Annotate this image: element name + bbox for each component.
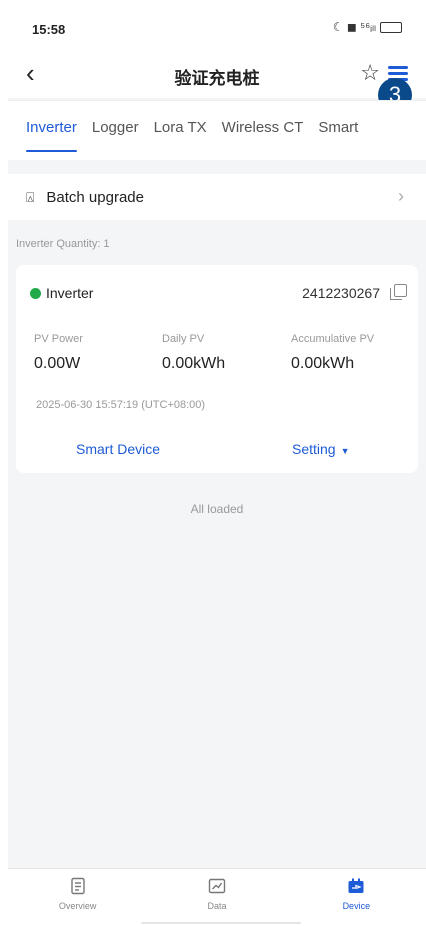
- nav-data[interactable]: Data: [147, 869, 286, 926]
- online-status-icon: [30, 287, 41, 299]
- copy-icon[interactable]: [390, 284, 407, 300]
- overview-icon: [70, 877, 85, 895]
- bottom-navigation: Overview Data Device: [8, 868, 426, 926]
- inverter-card[interactable]: Inverter 2412230267 PV Power 0.00W Daily…: [16, 265, 418, 473]
- metric-label: Accumulative PV: [291, 333, 375, 345]
- status-indicators: ☾ ◼ ⁵⁶ᵢₗₗ: [332, 20, 376, 34]
- status-bar: 15:58 ☾ ◼ ⁵⁶ᵢₗₗ: [8, 0, 426, 50]
- card-actions: Smart Device Setting ▼: [16, 431, 418, 473]
- data-icon: [208, 878, 226, 894]
- metric-label: Daily PV: [162, 333, 205, 345]
- metric-pv-power: PV Power 0.00W: [34, 333, 83, 373]
- update-timestamp: 2025-06-30 15:57:19 (UTC+08:00): [36, 399, 206, 411]
- nav-overview[interactable]: Overview: [8, 869, 147, 926]
- app-screen: 15:58 ☾ ◼ ⁵⁶ᵢₗₗ ‹ 验证充电桩 ☆ 3 Inverter Log…: [8, 0, 426, 926]
- metric-value: 0.00kWh: [162, 355, 226, 372]
- setting-dropdown[interactable]: Setting ▼: [292, 441, 350, 457]
- metric-accumulative-pv: Accumulative PV 0.00kWh: [291, 333, 374, 373]
- batch-upgrade-label: Batch upgrade: [46, 188, 144, 206]
- tab-wireless-ct[interactable]: Wireless CT: [222, 119, 304, 142]
- device-type-tabs: Inverter Logger Lora TX Wireless CT Smar…: [8, 100, 426, 160]
- chevron-right-icon: ›: [398, 186, 404, 206]
- metric-label: PV Power: [34, 333, 83, 345]
- setting-label: Setting: [292, 441, 336, 457]
- nav-label: Overview: [58, 901, 97, 911]
- smart-device-button[interactable]: Smart Device: [76, 441, 160, 457]
- device-serial: 2412230267: [302, 285, 380, 301]
- tab-lora-tx[interactable]: Lora TX: [154, 119, 207, 142]
- tab-inverter[interactable]: Inverter: [26, 119, 77, 152]
- page-header: ‹ 验证充电桩 ☆ 3: [8, 50, 426, 112]
- metric-value: 0.00W: [34, 355, 81, 372]
- status-icons: ☾ ◼ ⁵⁶ᵢₗₗ: [333, 20, 402, 34]
- device-name-label: Inverter: [46, 285, 94, 301]
- device-name: Inverter: [30, 285, 93, 301]
- status-time: 15:58: [32, 22, 66, 37]
- nav-device[interactable]: Device: [287, 869, 426, 926]
- nav-label: Device: [342, 901, 371, 911]
- home-indicator: [141, 922, 301, 924]
- metric-value: 0.00kWh: [291, 355, 355, 372]
- metric-daily-pv: Daily PV 0.00kWh: [162, 333, 225, 373]
- list-end-message: All loaded: [190, 502, 244, 516]
- tab-smart[interactable]: Smart: [318, 119, 358, 142]
- device-icon: [348, 878, 364, 893]
- batch-upgrade-row[interactable]: ⍓ Batch upgrade ›: [8, 174, 426, 220]
- star-icon[interactable]: ☆: [360, 60, 380, 86]
- nav-label: Data: [207, 901, 227, 911]
- battery-icon: [380, 21, 402, 33]
- caret-down-icon: ▼: [340, 446, 350, 456]
- upload-icon: ⍓: [26, 188, 35, 205]
- inverter-quantity: Inverter Quantity: 1: [16, 238, 110, 250]
- tab-logger[interactable]: Logger: [92, 119, 139, 142]
